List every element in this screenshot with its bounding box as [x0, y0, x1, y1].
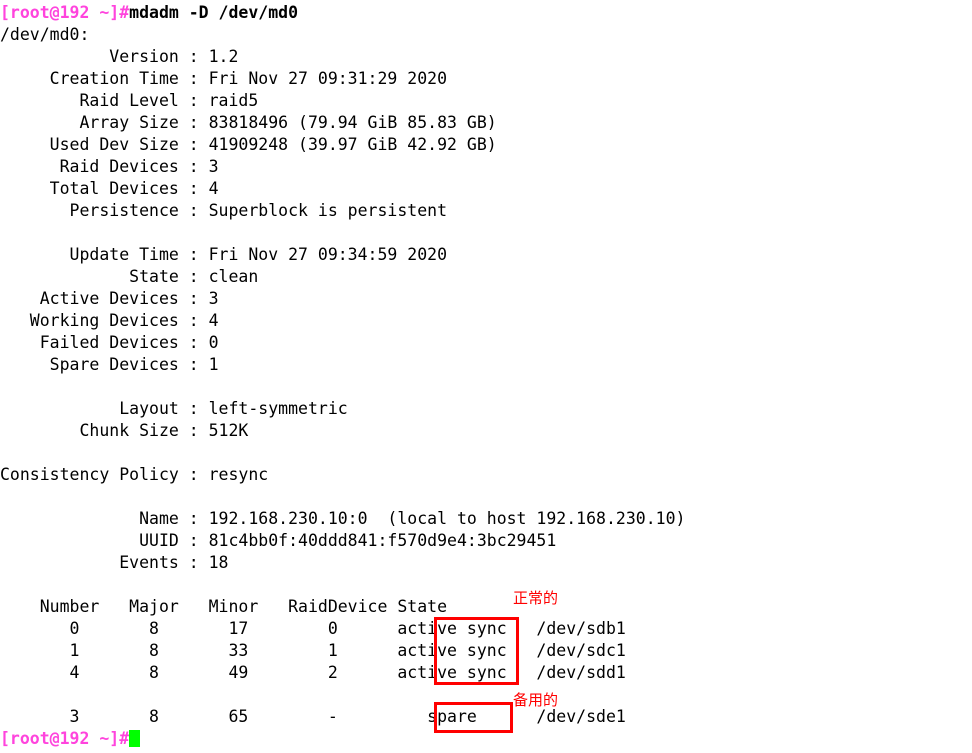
field-layout: Layout : left-symmetric [0, 399, 348, 418]
field-persistence: Persistence : Superblock is persistent [0, 201, 448, 220]
table-row: 1 8 33 1 active sync /dev/sdc1 [0, 641, 626, 660]
field-state: State : clean [0, 267, 259, 286]
field-spare-devices: Spare Devices : 1 [0, 355, 219, 374]
field-chunk-size: Chunk Size : 512K [0, 421, 249, 440]
shell-prompt-final: [root@192 ~]# [0, 729, 130, 748]
field-name: Name : 192.168.230.10:0 (local to host 1… [0, 509, 686, 528]
spare-state-annotation-label: 备用的 [513, 691, 559, 709]
field-array-size: Array Size : 83818496 (79.94 GiB 85.83 G… [0, 113, 497, 132]
final-prompt-line: [root@192 ~]# [0, 728, 141, 750]
active-state-annotation-label: 正常的 [513, 589, 559, 607]
output-device-header: /dev/md0: [0, 25, 90, 44]
field-working-devices: Working Devices : 4 [0, 311, 219, 330]
field-events: Events : 18 [0, 553, 229, 572]
field-creation-time: Creation Time : Fri Nov 27 09:31:29 2020 [0, 69, 448, 88]
field-raid-level: Raid Level : raid5 [0, 91, 259, 110]
table-row: 0 8 17 0 active sync /dev/sdb1 [0, 619, 626, 638]
field-update-time: Update Time : Fri Nov 27 09:34:59 2020 [0, 245, 448, 264]
field-total-devices: Total Devices : 4 [0, 179, 219, 198]
shell-prompt: [root@192 ~]# [0, 3, 130, 22]
field-raid-devices: Raid Devices : 3 [0, 157, 219, 176]
table-row: 4 8 49 2 active sync /dev/sdd1 [0, 663, 626, 682]
command-text: mdadm -D /dev/md0 [129, 3, 299, 22]
field-used-dev-size: Used Dev Size : 41909248 (39.97 GiB 42.9… [0, 135, 497, 154]
table-row-spare: 3 8 65 - spare /dev/sde1 [0, 707, 626, 726]
field-consistency-policy: Consistency Policy : resync [0, 465, 269, 484]
terminal-cursor [129, 730, 141, 747]
terminal-window[interactable]: [root@192 ~]#mdadm -D /dev/md0 /dev/md0:… [0, 0, 972, 753]
field-version: Version : 1.2 [0, 47, 239, 66]
device-table-header: Number Major Minor RaidDevice State [0, 597, 448, 616]
field-uuid: UUID : 81c4bb0f:40ddd841:f570d9e4:3bc294… [0, 531, 557, 550]
field-failed-devices: Failed Devices : 0 [0, 333, 219, 352]
field-active-devices: Active Devices : 3 [0, 289, 219, 308]
command-line: [root@192 ~]#mdadm -D /dev/md0 [0, 2, 298, 24]
